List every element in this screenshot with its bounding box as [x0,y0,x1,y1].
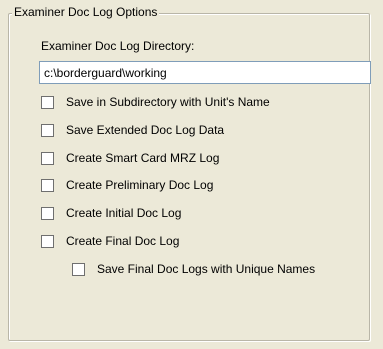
checkbox-box[interactable] [41,234,54,248]
checkbox-label[interactable]: Create Preliminary Doc Log [66,178,213,193]
checkbox-label[interactable]: Save in Subdirectory with Unit's Name [66,95,270,110]
doc-log-directory-input[interactable] [39,61,371,84]
checkbox-box[interactable] [41,95,54,109]
save-extended-doc-log-data-checkbox[interactable]: Save Extended Doc Log Data [41,122,224,138]
checkbox-box[interactable] [41,206,54,220]
save-in-subdirectory-checkbox[interactable]: Save in Subdirectory with Unit's Name [41,94,270,110]
create-initial-doc-log-checkbox[interactable]: Create Initial Doc Log [41,205,181,221]
doc-log-directory-label: Examiner Doc Log Directory: [41,39,195,53]
create-final-doc-log-checkbox[interactable]: Create Final Doc Log [41,233,179,249]
checkbox-box[interactable] [41,151,54,165]
create-preliminary-doc-log-checkbox[interactable]: Create Preliminary Doc Log [41,177,213,193]
checkbox-box[interactable] [41,178,54,192]
checkbox-label[interactable]: Create Initial Doc Log [66,206,181,221]
create-smart-card-mrz-log-checkbox[interactable]: Create Smart Card MRZ Log [41,150,219,166]
save-final-doc-logs-unique-names-checkbox[interactable]: Save Final Doc Logs with Unique Names [72,261,315,277]
checkbox-label[interactable]: Save Final Doc Logs with Unique Names [97,262,315,277]
checkbox-label[interactable]: Save Extended Doc Log Data [66,123,224,138]
checkbox-label[interactable]: Create Smart Card MRZ Log [66,151,219,166]
group-title: Examiner Doc Log Options [12,5,160,20]
checkbox-box[interactable] [72,262,85,276]
checkbox-label[interactable]: Create Final Doc Log [66,234,179,249]
checkbox-box[interactable] [41,123,54,137]
